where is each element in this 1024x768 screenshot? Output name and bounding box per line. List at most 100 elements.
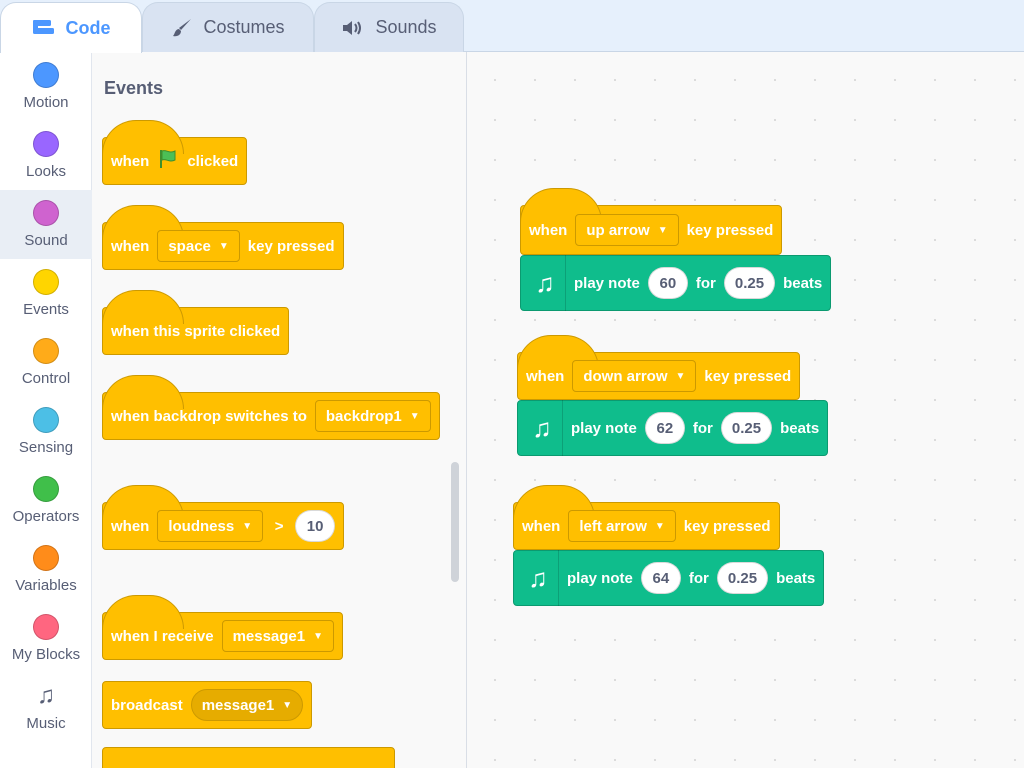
block-text: play note <box>567 569 633 587</box>
music-notes-icon: ♫ <box>522 400 563 456</box>
category-looks[interactable]: Looks <box>0 121 92 190</box>
tab-code-label: Code <box>65 17 111 38</box>
category-music[interactable]: ♫ Music <box>0 673 92 742</box>
beats-value-input[interactable]: 0.25 <box>716 562 769 594</box>
greater-than-operator: > <box>274 517 284 535</box>
caret-down-icon: ▼ <box>409 410 420 422</box>
tab-code[interactable]: Code <box>0 2 142 53</box>
when-key-pressed-block[interactable]: when space ▼ key pressed <box>102 205 344 270</box>
when-sprite-clicked-block[interactable]: when this sprite clicked <box>102 290 290 355</box>
block-text: when <box>111 517 150 535</box>
hat-cap <box>102 290 184 324</box>
when-key-pressed-block[interactable]: when up arrow ▼ key pressed <box>520 188 783 255</box>
dropdown-value: message1 <box>232 627 306 645</box>
flyout-scrollbar[interactable] <box>451 462 459 582</box>
note-value-input[interactable]: 60 <box>647 267 688 299</box>
broadcast-message-dropdown[interactable]: message1 ▼ <box>190 689 304 721</box>
key-dropdown[interactable]: space ▼ <box>157 230 240 262</box>
caret-down-icon: ▼ <box>313 630 324 642</box>
variables-color-icon <box>33 545 59 571</box>
broadcast-block[interactable]: broadcast message1 ▼ <box>102 681 313 729</box>
caret-down-icon: ▼ <box>242 520 253 532</box>
code-workspace[interactable]: when up arrow ▼ key pressed ♫ play note … <box>467 52 1024 768</box>
category-variables[interactable]: Variables <box>0 535 92 604</box>
backdrop-dropdown[interactable]: backdrop1 ▼ <box>314 400 431 432</box>
code-blocks-icon <box>32 19 56 37</box>
dropdown-value: space <box>168 237 211 255</box>
editor-tab-bar: Code Costumes Sounds <box>0 0 1024 53</box>
dropdown-value: left arrow <box>579 517 647 535</box>
dropdown-value: backdrop1 <box>325 407 402 425</box>
hat-cap <box>102 595 184 629</box>
note-value-input[interactable]: 64 <box>640 562 681 594</box>
category-sensing[interactable]: Sensing <box>0 397 92 466</box>
block-text: beats <box>783 274 823 292</box>
block-text: for <box>695 274 716 292</box>
block-text: when backdrop switches to <box>111 407 307 425</box>
category-sound[interactable]: Sound <box>0 190 92 259</box>
key-dropdown[interactable]: left arrow ▼ <box>568 510 676 542</box>
sensor-dropdown[interactable]: loudness ▼ <box>157 510 264 542</box>
beats-value-input[interactable]: 0.25 <box>723 267 776 299</box>
play-note-block[interactable]: ♫ play note 62 for 0.25 beats <box>517 400 829 456</box>
when-key-pressed-block[interactable]: when down arrow ▼ key pressed <box>517 335 801 400</box>
block-text: key pressed <box>247 237 335 255</box>
caret-down-icon: ▼ <box>218 240 229 252</box>
message-dropdown[interactable]: message1 ▼ <box>221 620 335 652</box>
events-color-icon <box>33 269 59 295</box>
block-text: when <box>522 517 561 535</box>
when-backdrop-switches-block[interactable]: when backdrop switches to backdrop1 ▼ <box>102 375 440 440</box>
play-note-block[interactable]: ♫ play note 60 for 0.25 beats <box>520 255 832 311</box>
broadcast-and-wait-block[interactable] <box>102 747 395 768</box>
block-text: play note <box>571 419 637 437</box>
block-text: beats <box>780 419 820 437</box>
category-label: Music <box>26 715 66 732</box>
flyout-section-title: Events <box>104 78 164 98</box>
category-label: My Blocks <box>11 646 81 663</box>
category-label: Looks <box>25 163 67 180</box>
category-control[interactable]: Control <box>0 328 92 397</box>
when-key-pressed-block[interactable]: when left arrow ▼ key pressed <box>513 485 780 550</box>
category-label: Operators <box>12 508 80 525</box>
motion-color-icon <box>33 62 59 88</box>
music-notes-icon: ♫ <box>518 550 559 606</box>
music-notes-icon: ♫ <box>37 682 55 709</box>
caret-down-icon: ▼ <box>282 699 293 711</box>
category-label: Variables <box>15 577 77 594</box>
category-events[interactable]: Events <box>0 259 92 328</box>
category-label: Sensing <box>18 439 74 456</box>
category-operators[interactable]: Operators <box>0 466 92 535</box>
when-flag-clicked-block[interactable]: when clicked <box>102 120 248 185</box>
category-my-blocks[interactable]: My Blocks <box>0 604 92 673</box>
beats-value-input[interactable]: 0.25 <box>720 412 773 444</box>
tab-sounds[interactable]: Sounds <box>314 2 464 52</box>
block-text: key pressed <box>686 221 774 239</box>
control-color-icon <box>33 338 59 364</box>
block-text: broadcast <box>111 696 183 714</box>
note-value-input[interactable]: 62 <box>644 412 685 444</box>
my-blocks-color-icon <box>33 614 59 640</box>
green-flag-icon <box>157 148 179 174</box>
dropdown-value: loudness <box>168 517 235 535</box>
play-note-block[interactable]: ♫ play note 64 for 0.25 beats <box>513 550 825 606</box>
sensing-color-icon <box>33 407 59 433</box>
when-i-receive-block[interactable]: when I receive message1 ▼ <box>102 595 344 660</box>
key-dropdown[interactable]: down arrow ▼ <box>572 360 697 392</box>
dropdown-value: up arrow <box>586 221 650 239</box>
key-dropdown[interactable]: up arrow ▼ <box>575 214 679 246</box>
block-text: play note <box>574 274 640 292</box>
block-text: for <box>688 569 709 587</box>
tab-costumes[interactable]: Costumes <box>142 2 314 52</box>
paintbrush-icon <box>171 17 193 39</box>
category-motion[interactable]: Motion <box>0 52 92 121</box>
when-loudness-greater-block[interactable]: when loudness ▼ > 10 <box>102 485 345 550</box>
category-label: Events <box>23 301 69 318</box>
category-menu: Motion Looks Sound Events Control Sensin… <box>0 52 92 768</box>
hat-cap <box>102 375 184 409</box>
loudness-value-input[interactable]: 10 <box>295 510 336 542</box>
block-text: when this sprite clicked <box>111 322 281 340</box>
sound-color-icon <box>33 200 59 226</box>
block-text: for <box>692 419 713 437</box>
music-notes-icon: ♫ <box>525 255 566 311</box>
category-label: Sound <box>24 232 68 249</box>
